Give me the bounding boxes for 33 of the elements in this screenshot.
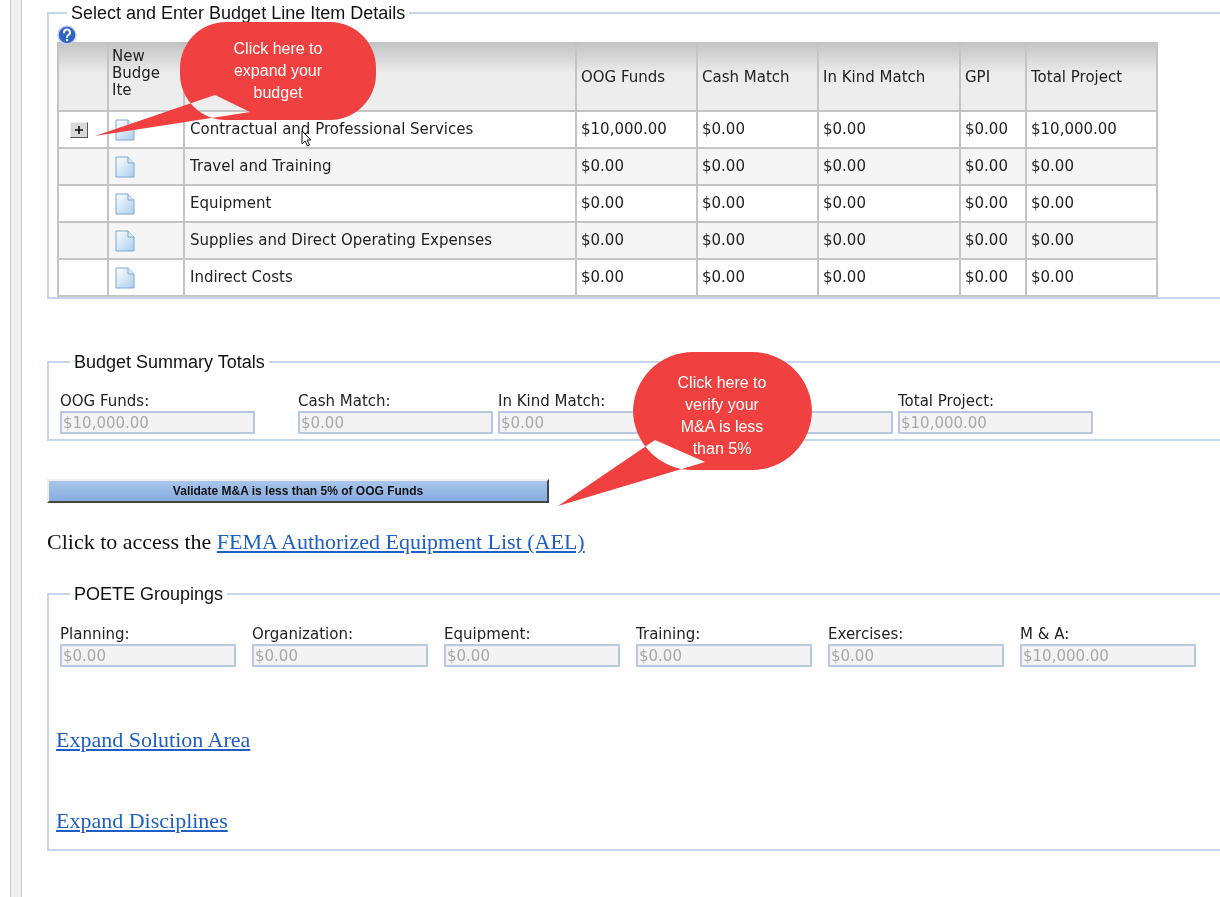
expand-button[interactable]: [70, 121, 88, 138]
field-label: Organization:: [252, 624, 353, 644]
callout-text: Click here to verify your M&A is less than 5%: [676, 373, 768, 459]
expand-link[interactable]: Expand Solution Area: [56, 727, 251, 753]
field-label: In Kind Match:: [498, 391, 606, 411]
document-icon[interactable]: [115, 192, 135, 215]
table-cell: $0.00: [697, 259, 818, 296]
plus-icon: [75, 125, 83, 134]
section-title: POETE Groupings: [73, 583, 225, 605]
document-icon[interactable]: [115, 155, 135, 178]
document-icon[interactable]: [115, 266, 135, 289]
field-label: Cash Match:: [298, 391, 391, 411]
table-cell: $0.00: [1026, 259, 1157, 296]
validate-button[interactable]: Validate M&A is less than 5% of OOG Funds: [47, 479, 549, 503]
help-icon[interactable]: [57, 25, 77, 45]
expand-link[interactable]: Expand Disciplines: [56, 808, 228, 834]
table-cell: $0.00: [960, 259, 1026, 296]
field-label: Equipment:: [444, 624, 531, 644]
section-title: Budget Summary Totals: [73, 351, 266, 373]
section-title: Select and Enter Budget Line Item Details: [70, 3, 407, 23]
table-cell: $0.00: [576, 259, 697, 296]
field-label: M & A:: [1020, 624, 1070, 644]
table-cell: $0.00: [818, 259, 960, 296]
field-label: Exercises:: [828, 624, 904, 644]
document-icon[interactable]: [115, 229, 135, 252]
field-label: Planning:: [60, 624, 130, 644]
ael-link[interactable]: FEMA Authorized Equipment List (AEL): [216, 529, 585, 554]
table-cell: Indirect Costs: [184, 259, 576, 296]
field-label: OOG Funds:: [60, 391, 150, 411]
field-label: Training:: [636, 624, 701, 644]
access-sentence: Click to access the FEMA Authorized Equipment List (AEL): [47, 529, 586, 555]
field-label: Total Project:: [898, 391, 995, 411]
callout-text: Click here to expand your budget: [232, 39, 324, 103]
